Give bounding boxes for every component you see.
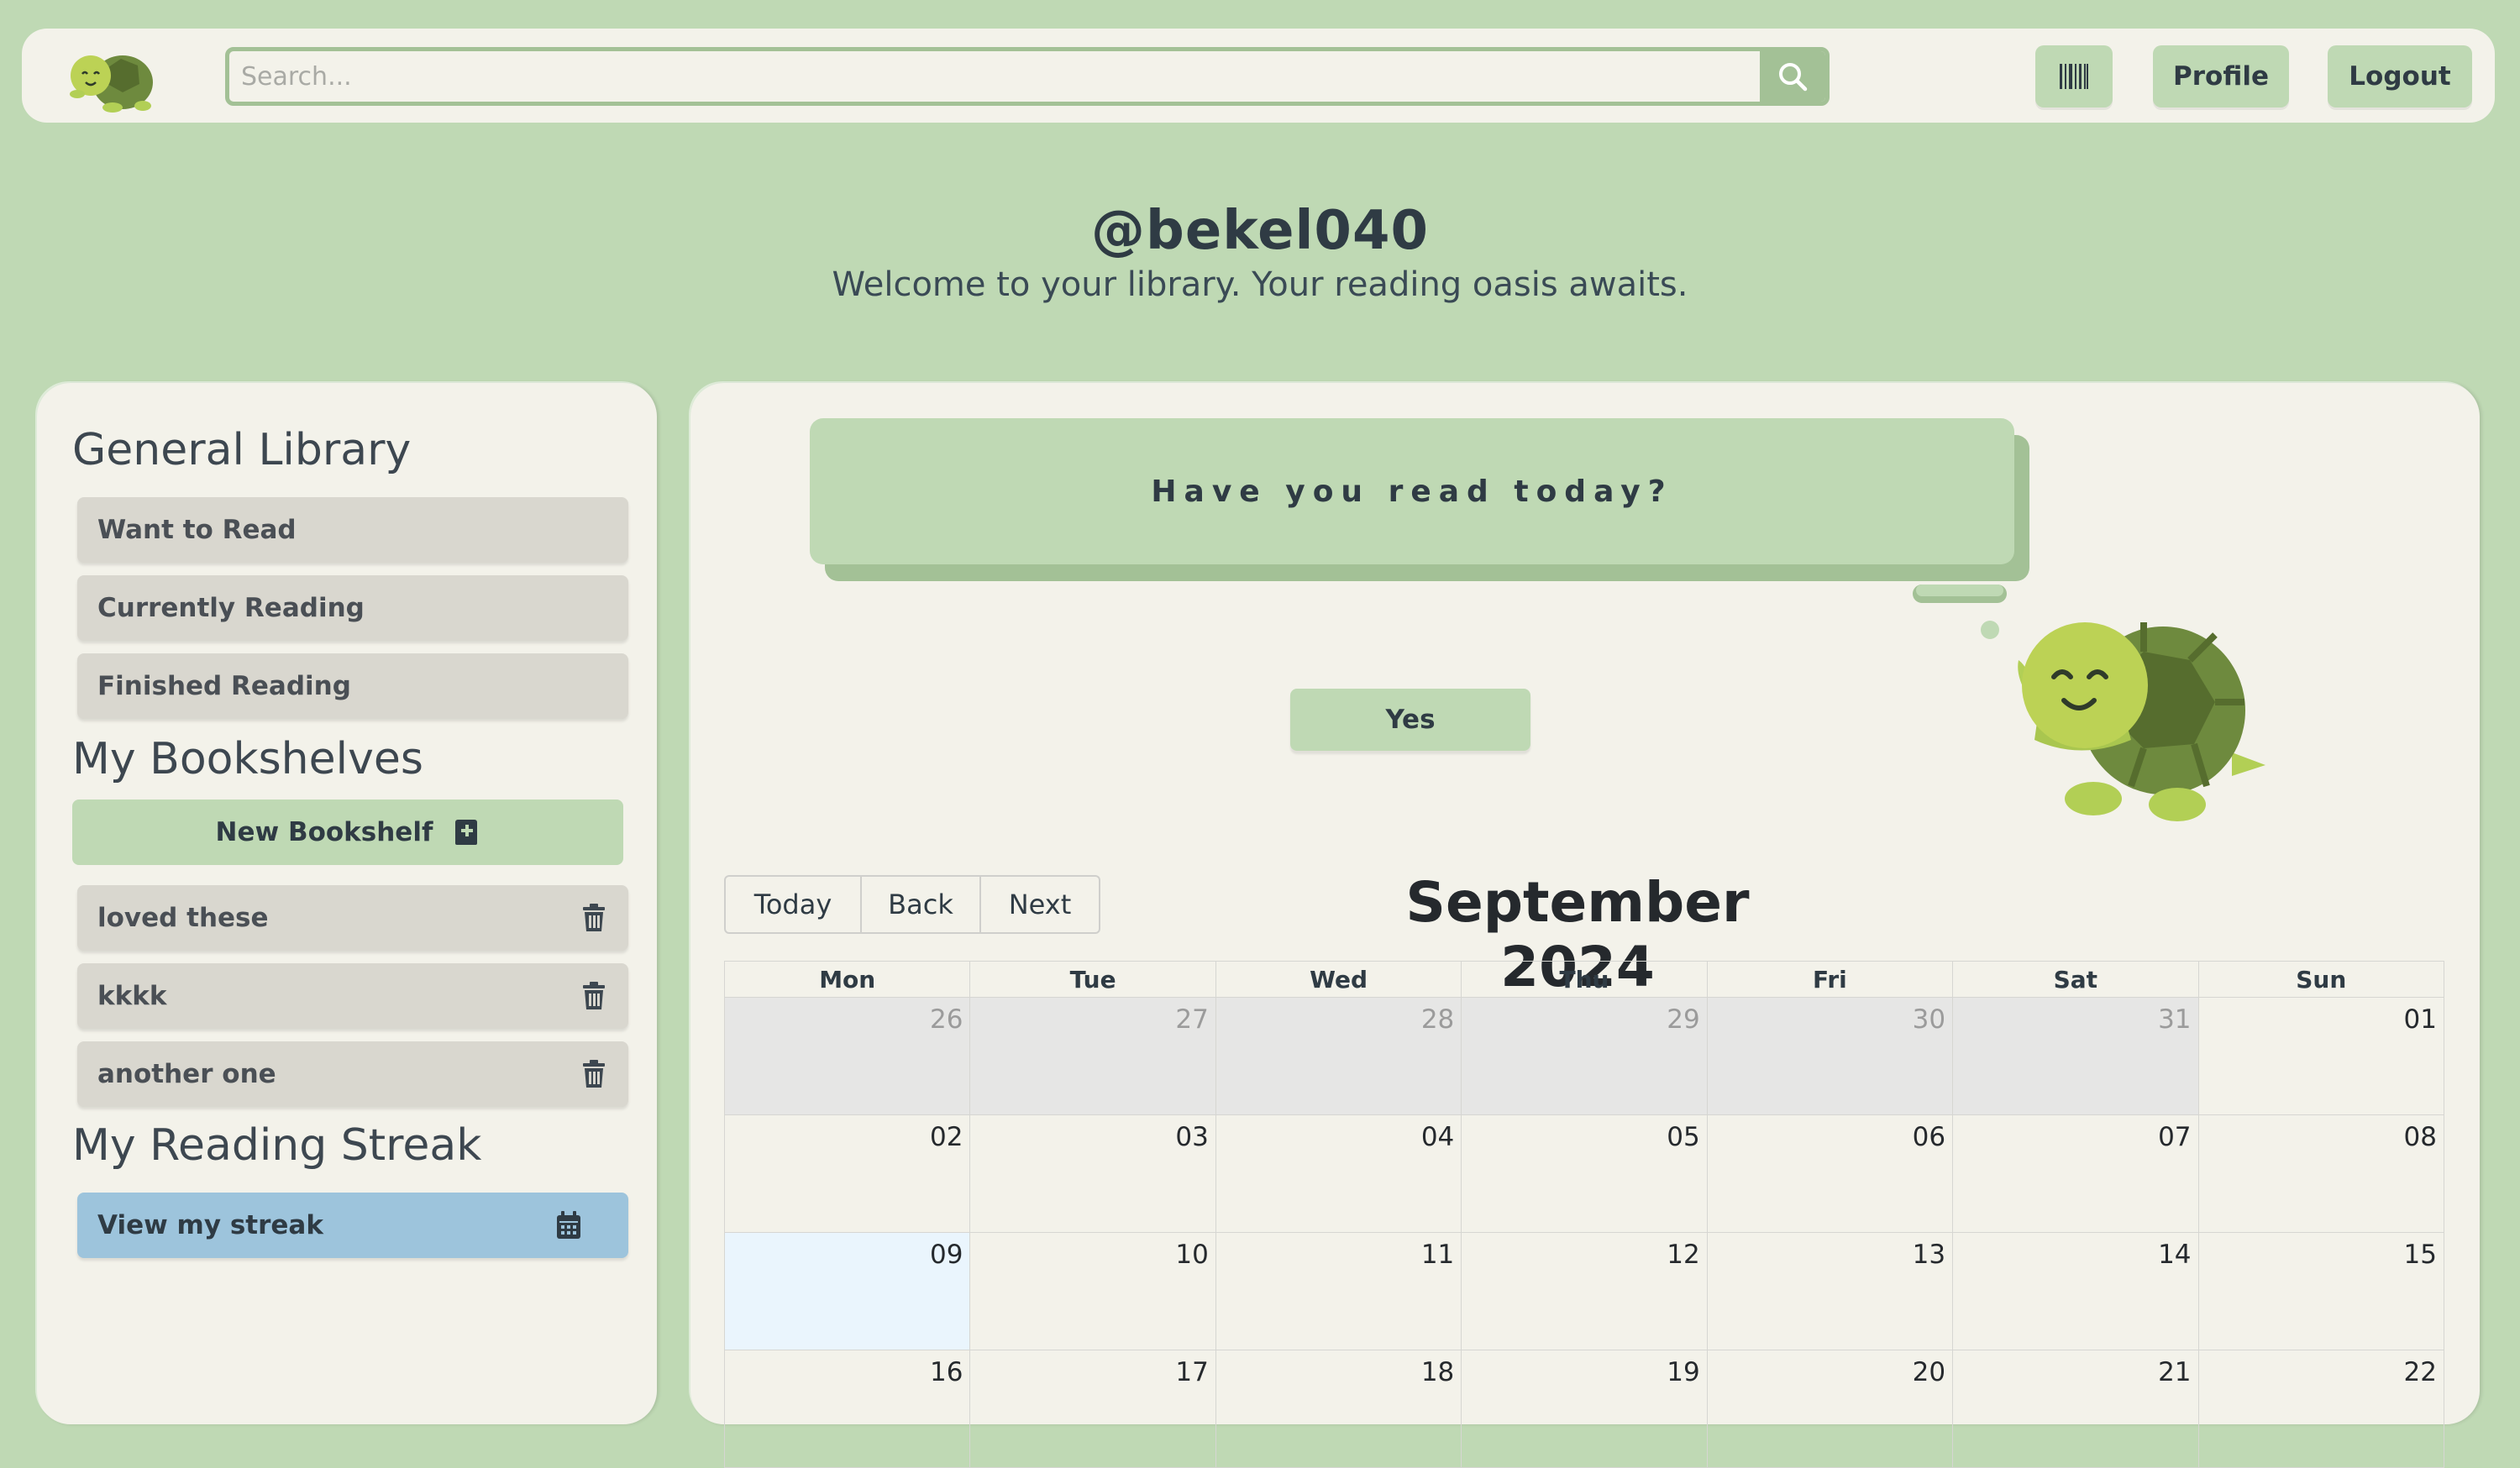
- calendar-day-cell[interactable]: 31: [1952, 998, 2198, 1115]
- calendar-week-row: 26 27 28 29 30 31 01: [724, 998, 2444, 1115]
- weekday-label: Mon: [724, 961, 970, 998]
- calendar-day-cell[interactable]: 16: [724, 1350, 970, 1468]
- calendar-day-cell[interactable]: 05: [1461, 1115, 1707, 1233]
- reading-streak-heading: My Reading Streak: [72, 1120, 482, 1171]
- weekday-label: Fri: [1706, 961, 1953, 998]
- month-calendar: Mon Tue Wed Thu Fri Sat Sun 26 27 28 29 …: [724, 961, 2444, 1468]
- calendar-day-cell[interactable]: 10: [969, 1233, 1215, 1350]
- welcome-subtitle: Welcome to your library. Your reading oa…: [832, 265, 1688, 304]
- calendar-toolbar: Today Back Next: [724, 875, 1100, 934]
- bookshelf-item[interactable]: loved these: [77, 885, 628, 951]
- calendar-week-row: 02 03 04 05 06 07 08: [724, 1115, 2444, 1233]
- calendar-day-cell[interactable]: 12: [1461, 1233, 1707, 1350]
- calendar-day-cell[interactable]: 26: [724, 998, 970, 1115]
- weekday-label: Wed: [1215, 961, 1462, 998]
- calendar-day-cell[interactable]: 30: [1706, 998, 1953, 1115]
- barcode-icon: [2060, 64, 2088, 89]
- waving-turtle-icon: [1913, 585, 2265, 821]
- view-streak-label: View my streak: [97, 1210, 323, 1240]
- calendar-day-cell[interactable]: 19: [1461, 1350, 1707, 1468]
- calendar-day-cell[interactable]: 04: [1215, 1115, 1462, 1233]
- calendar-day-cell[interactable]: 27: [969, 998, 1215, 1115]
- calendar-day-cell[interactable]: 20: [1706, 1350, 1953, 1468]
- bookshelf-item[interactable]: kkkk: [77, 963, 628, 1029]
- turtle-logo-icon[interactable]: [62, 40, 160, 114]
- sidebar-item-label: Currently Reading: [97, 593, 365, 623]
- my-bookshelves-heading: My Bookshelves: [72, 734, 423, 784]
- general-library-heading: General Library: [72, 425, 412, 475]
- trash-icon[interactable]: [581, 982, 606, 1010]
- weekday-label: Sun: [2197, 961, 2444, 998]
- calendar-day-cell[interactable]: 13: [1706, 1233, 1953, 1350]
- calendar-day-cell[interactable]: 22: [2197, 1350, 2444, 1468]
- calendar-day-cell[interactable]: 17: [969, 1350, 1215, 1468]
- calendar-day-cell[interactable]: 06: [1706, 1115, 1953, 1233]
- barcode-scan-button[interactable]: [2035, 45, 2113, 107]
- add-book-icon: [455, 820, 478, 845]
- profile-button[interactable]: Profile: [2153, 45, 2289, 107]
- calendar-day-cell[interactable]: 29: [1461, 998, 1707, 1115]
- calendar-day-cell[interactable]: 07: [1952, 1115, 2198, 1233]
- weekday-header-row: Mon Tue Wed Thu Fri Sat Sun: [724, 961, 2444, 998]
- search-button[interactable]: [1760, 51, 1825, 102]
- today-button[interactable]: Today: [726, 877, 862, 932]
- search-input[interactable]: [229, 51, 1767, 102]
- top-navbar: Profile Logout: [22, 29, 2495, 123]
- calendar-week-row: 16 17 18 19 20 21 22: [724, 1350, 2444, 1468]
- next-button[interactable]: Next: [981, 877, 1099, 932]
- calendar-day-cell[interactable]: 14: [1952, 1233, 2198, 1350]
- calendar-day-cell[interactable]: 15: [2197, 1233, 2444, 1350]
- bookshelf-name: loved these: [97, 903, 269, 933]
- library-sidebar: General Library Want to Read Currently R…: [37, 383, 657, 1424]
- calendar-day-cell[interactable]: 11: [1215, 1233, 1462, 1350]
- search-icon: [1779, 63, 1808, 92]
- back-button[interactable]: Back: [862, 877, 981, 932]
- weekday-label: Thu: [1461, 961, 1707, 998]
- calendar-icon: [557, 1211, 580, 1239]
- calendar-day-cell[interactable]: 28: [1215, 998, 1462, 1115]
- trash-icon[interactable]: [581, 904, 606, 932]
- bookshelf-item[interactable]: another one: [77, 1041, 628, 1107]
- calendar-day-cell[interactable]: 18: [1215, 1350, 1462, 1468]
- sidebar-item-label: Finished Reading: [97, 671, 351, 701]
- logout-button[interactable]: Logout: [2328, 45, 2472, 107]
- search-bar: [225, 47, 1830, 106]
- main-panel: Have you read today? Yes Today Back Next…: [690, 383, 2480, 1468]
- calendar-day-cell[interactable]: 01: [2197, 998, 2444, 1115]
- bookshelf-name: kkkk: [97, 981, 167, 1011]
- bookshelf-name: another one: [97, 1059, 276, 1089]
- sidebar-item-currently-reading[interactable]: Currently Reading: [77, 575, 628, 641]
- new-bookshelf-button[interactable]: New Bookshelf: [72, 800, 623, 865]
- calendar-day-cell-today[interactable]: 09: [724, 1233, 970, 1350]
- view-streak-button[interactable]: View my streak: [77, 1193, 628, 1258]
- sidebar-item-finished-reading[interactable]: Finished Reading: [77, 653, 628, 719]
- calendar-day-cell[interactable]: 02: [724, 1115, 970, 1233]
- calendar-day-cell[interactable]: 21: [1952, 1350, 2198, 1468]
- sidebar-item-label: Want to Read: [97, 515, 297, 545]
- new-bookshelf-label: New Bookshelf: [215, 817, 433, 847]
- trash-icon[interactable]: [581, 1060, 606, 1088]
- yes-button[interactable]: Yes: [1290, 689, 1530, 751]
- page-title-username: @bekel040: [1091, 200, 1429, 262]
- weekday-label: Sat: [1952, 961, 2198, 998]
- calendar-day-cell[interactable]: 03: [969, 1115, 1215, 1233]
- calendar-day-cell[interactable]: 08: [2197, 1115, 2444, 1233]
- calendar-week-row: 09 10 11 12 13 14 15: [724, 1233, 2444, 1350]
- sidebar-item-want-to-read[interactable]: Want to Read: [77, 497, 628, 563]
- reading-question-card: Have you read today?: [810, 418, 2014, 564]
- weekday-label: Tue: [969, 961, 1215, 998]
